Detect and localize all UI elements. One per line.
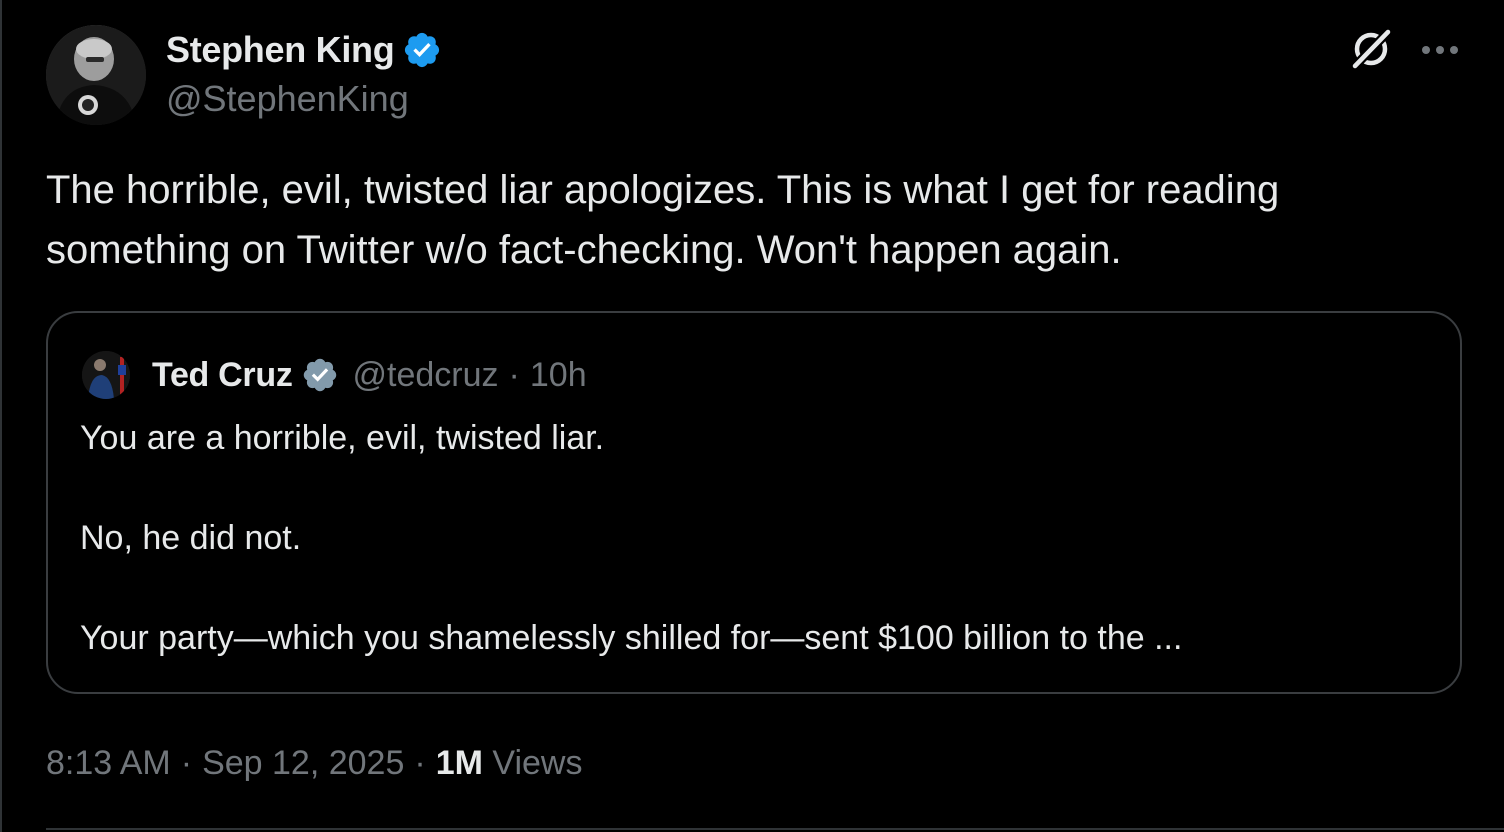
tweet-date[interactable]: Sep 12, 2025 (202, 744, 404, 783)
quoted-author-name[interactable]: Ted Cruz (152, 356, 293, 395)
author-avatar-image (46, 25, 146, 125)
quoted-author-handle[interactable]: @tedcruz (353, 356, 499, 395)
views-count: 1M (435, 743, 483, 782)
meta-separator: · (414, 743, 426, 782)
quoted-tweet-line: Your party—which you shamelessly shilled… (80, 619, 1183, 657)
tweet-meta: 8:13 AM · Sep 12, 2025 · 1M Views (46, 738, 582, 788)
quoted-tweet-time[interactable]: 10h (530, 356, 587, 395)
quoted-tweet-text: You are a horrible, evil, twisted liar. … (80, 413, 1420, 663)
tweet-time[interactable]: 8:13 AM (46, 744, 171, 783)
grok-icon[interactable] (1348, 26, 1394, 72)
author-handle[interactable]: @StephenKing (166, 78, 409, 120)
quoted-tweet-card[interactable]: Ted Cruz @tedcruz · 10h You are a horrib… (46, 311, 1462, 694)
views-label: Views (492, 743, 583, 782)
divider (46, 828, 1504, 830)
quoted-author-avatar-image (82, 351, 130, 399)
verified-badge-icon[interactable] (402, 30, 442, 70)
author-name-row: Stephen King (166, 28, 442, 72)
quoted-tweet-line: No, he did not. (80, 519, 302, 557)
tweet: Stephen King @StephenKing The horrible, … (0, 0, 1504, 832)
quoted-author-avatar[interactable] (82, 351, 130, 399)
more-horizontal-icon[interactable] (1416, 28, 1464, 72)
tweet-text: The horrible, evil, twisted liar apologi… (46, 168, 1280, 272)
quoted-meta-separator: · (508, 355, 520, 394)
author-name[interactable]: Stephen King (166, 29, 395, 71)
meta-separator: · (180, 743, 193, 782)
author-avatar[interactable] (46, 25, 146, 125)
quoted-tweet-line: You are a horrible, evil, twisted liar. (80, 419, 605, 457)
quoted-tweet-header: Ted Cruz @tedcruz · 10h (82, 351, 587, 399)
verified-badge-gray-icon[interactable] (301, 356, 339, 394)
